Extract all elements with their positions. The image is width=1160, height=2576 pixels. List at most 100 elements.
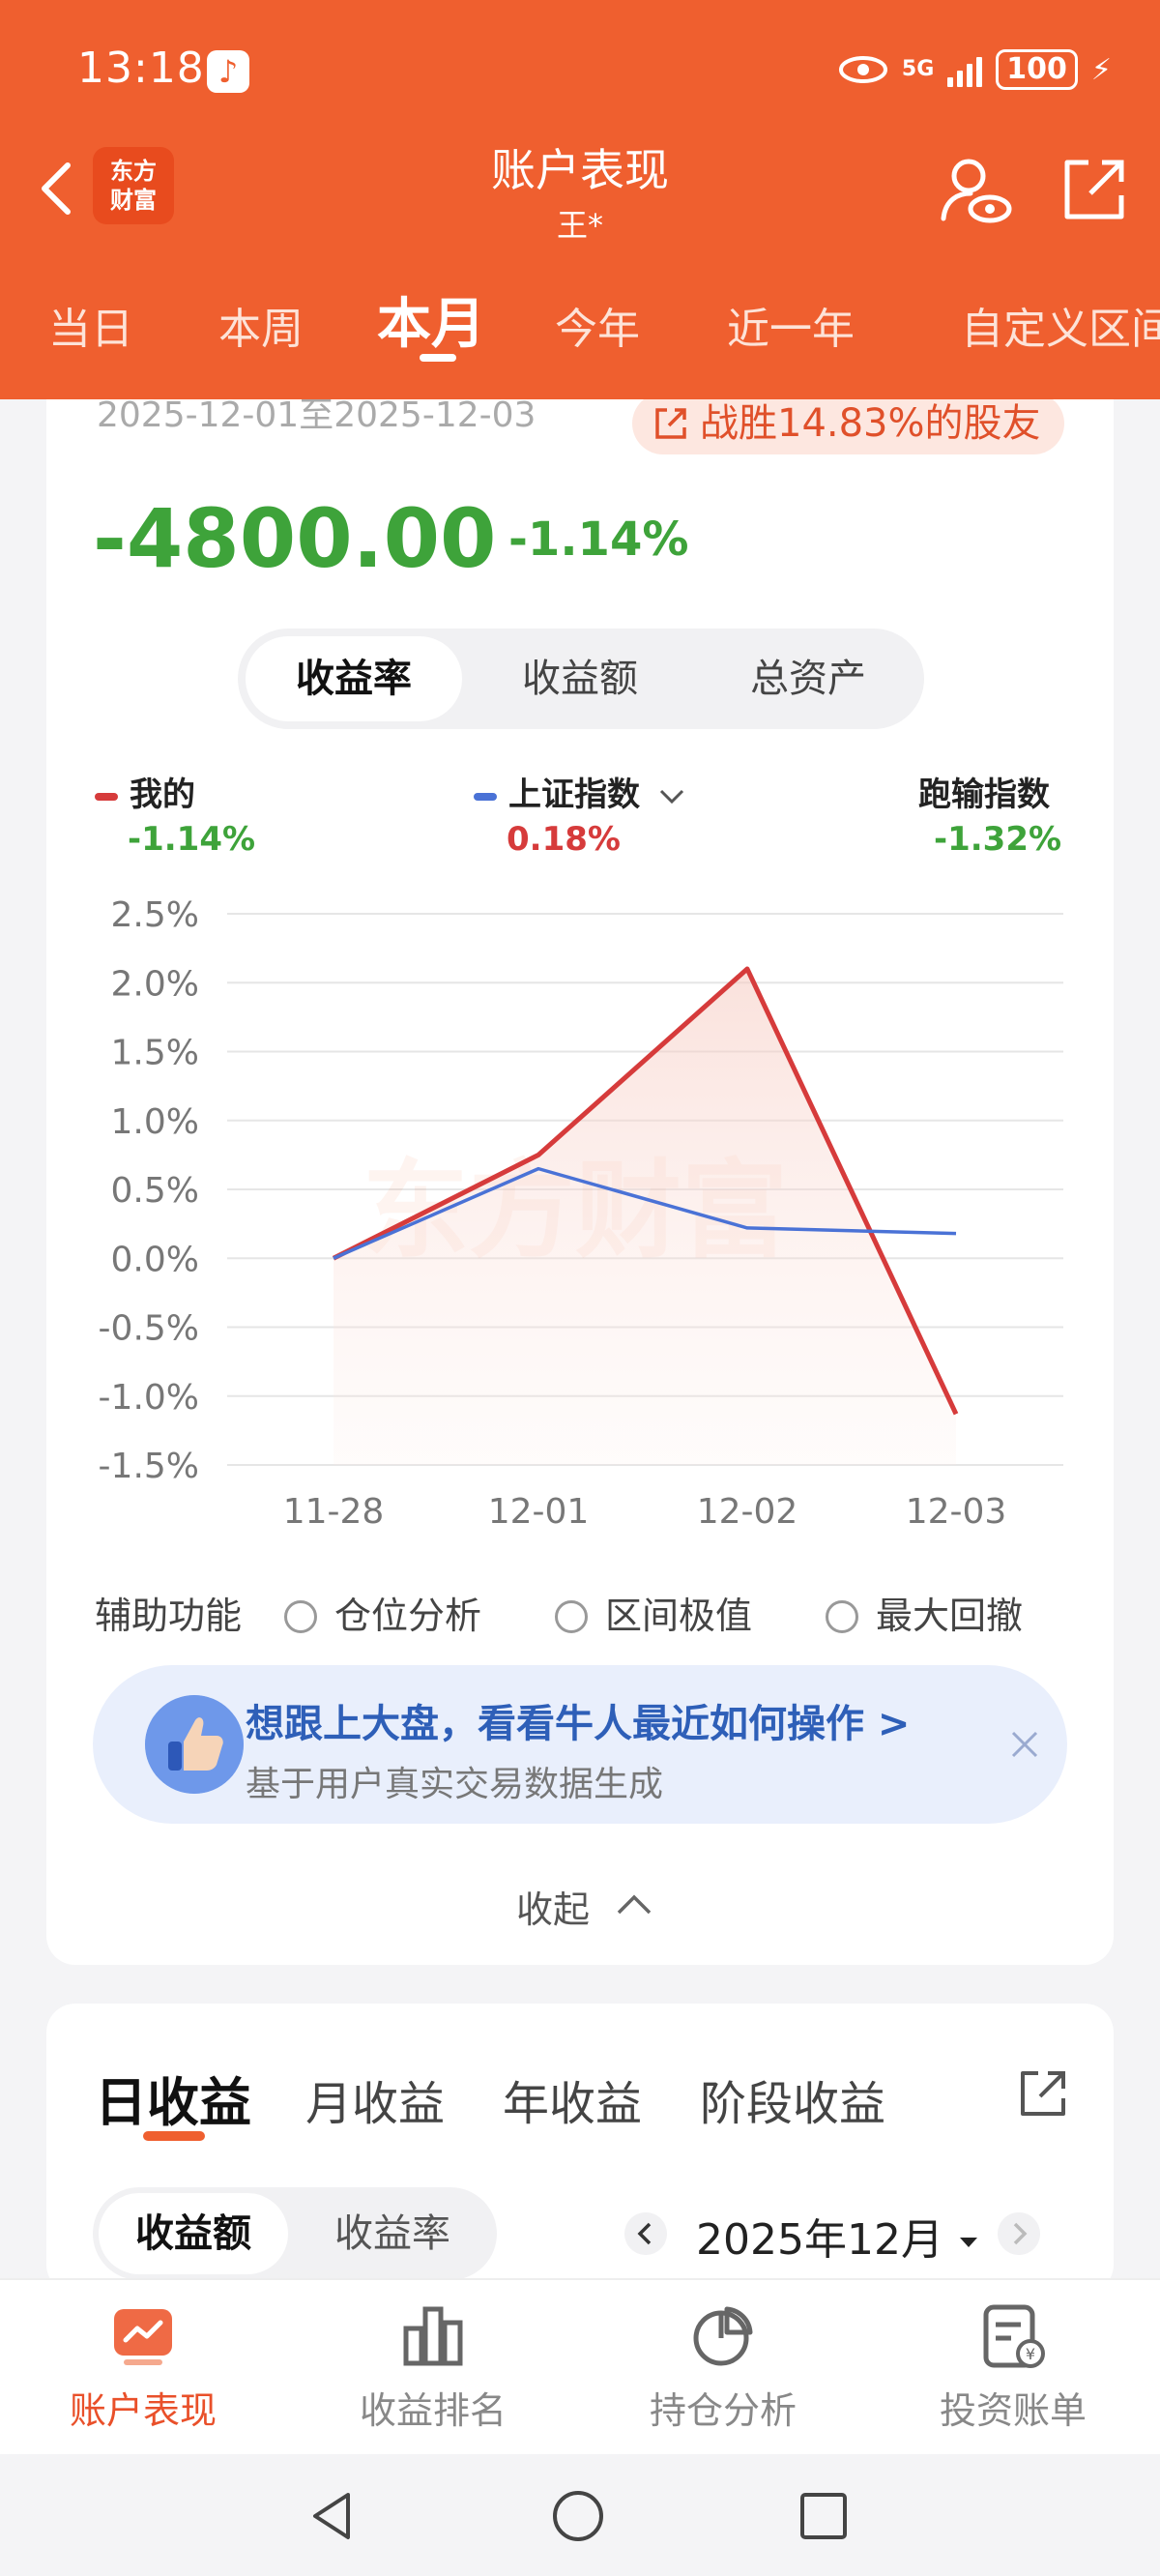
profit-amount: -4800.00 xyxy=(93,491,497,586)
status-time: 13:18 xyxy=(77,44,205,93)
return-chart: 2.5% 2.0% 1.5% 1.0% 0.5% 0.0% -0.5% -1.0% -1.5% 1… xyxy=(99,895,1063,1532)
svg-text:¥: ¥ xyxy=(1026,2345,1035,2363)
signal-icon xyxy=(947,52,983,87)
music-icon: ♪ xyxy=(207,50,249,93)
chevron-right-icon[interactable] xyxy=(998,2212,1040,2255)
collapse-button[interactable]: 收起 xyxy=(516,1880,652,1933)
metric-return-rate[interactable]: 收益率 xyxy=(246,636,462,721)
aux-position-analysis[interactable]: 仓位分析 xyxy=(284,1586,481,1639)
x-tick-label: 11-28 xyxy=(283,1492,385,1532)
tab-year[interactable]: 今年 xyxy=(555,294,640,356)
promo-title: 想跟上大盘，看看牛人最近如何操作 > xyxy=(246,1702,911,1746)
aux-max-drawdown[interactable]: 最大回撤 xyxy=(826,1586,1023,1639)
income-amount-option[interactable]: 收益额 xyxy=(99,2193,288,2274)
eye-icon xyxy=(838,56,887,83)
promo-subtitle: 基于用户真实交易数据生成 xyxy=(246,1765,664,1804)
bar-chart-icon xyxy=(403,2306,463,2366)
legend-index-label: 上证指数 xyxy=(508,776,640,814)
performance-chart-icon xyxy=(114,2309,172,2365)
x-tick-label: 12-01 xyxy=(488,1492,590,1532)
x-tick-label: 12-02 xyxy=(697,1492,798,1532)
y-tick-label: -0.5% xyxy=(99,1309,199,1349)
legend-mine: 我的 xyxy=(95,768,195,815)
active-tab-indicator xyxy=(420,354,456,362)
metric-return-amount[interactable]: 收益额 xyxy=(472,636,688,721)
y-tick-label: -1.5% xyxy=(99,1447,199,1486)
y-tick-label: 0.0% xyxy=(111,1240,199,1279)
close-icon[interactable] xyxy=(1005,1725,1044,1764)
y-tick-label: 1.5% xyxy=(111,1034,199,1073)
chevron-up-icon xyxy=(617,1894,652,1915)
privacy-user-icon[interactable] xyxy=(940,153,1013,226)
nav-holdings-analysis[interactable]: 持仓分析 xyxy=(626,2301,820,2434)
x-tick-label: 12-03 xyxy=(906,1492,1007,1532)
share-icon[interactable] xyxy=(1017,2067,1069,2120)
legend-index[interactable]: 上证指数 xyxy=(474,768,686,815)
bill-icon: ¥ xyxy=(983,2304,1045,2368)
return-percent: -1.14% xyxy=(508,512,689,567)
legend-loser-value: -1.32% xyxy=(934,820,1062,859)
y-tick-label: 2.0% xyxy=(111,964,199,1004)
aux-option-label: 最大回撤 xyxy=(876,1595,1024,1637)
tab-period-income[interactable]: 阶段收益 xyxy=(700,2065,885,2133)
tab-daily-income[interactable]: 日收益 xyxy=(95,2060,251,2136)
legend-mine-label: 我的 xyxy=(130,776,195,814)
pie-chart-icon xyxy=(693,2306,753,2366)
recents-square-icon[interactable] xyxy=(798,2491,849,2541)
metric-toggle: 收益率 收益额 总资产 xyxy=(238,629,924,729)
share-icon xyxy=(655,408,686,439)
beat-text: 战胜14.83%的股友 xyxy=(700,401,1041,446)
legend-index-value: 0.18% xyxy=(507,820,621,859)
chevron-down-icon xyxy=(659,789,683,804)
nav-income-ranking[interactable]: 收益排名 xyxy=(336,2301,530,2434)
chevron-left-icon[interactable] xyxy=(624,2212,667,2255)
month-label: 2025年12月 xyxy=(696,2215,943,2265)
radio-icon xyxy=(826,1600,858,1633)
legend-mine-swatch xyxy=(95,792,118,801)
period-tabs: 当日 本周 本月 今年 近一年 自定义区间 xyxy=(0,280,1160,358)
back-triangle-icon[interactable] xyxy=(305,2489,360,2543)
nav-investment-bill[interactable]: ¥ 投资账单 xyxy=(916,2301,1110,2434)
aux-option-label: 仓位分析 xyxy=(334,1595,482,1637)
battery-level: 100 xyxy=(996,49,1078,90)
caret-down-icon xyxy=(959,2238,977,2247)
aux-option-label: 区间极值 xyxy=(605,1595,753,1637)
y-tick-label: -1.0% xyxy=(99,1378,199,1418)
legend-index-swatch xyxy=(474,792,497,801)
tab-last-year[interactable]: 近一年 xyxy=(727,294,855,356)
tab-today[interactable]: 当日 xyxy=(48,294,133,356)
network-type: 5G xyxy=(901,57,935,81)
tab-custom-range[interactable]: 自定义区间 xyxy=(961,294,1160,356)
beat-badge[interactable]: 战胜14.83%的股友 xyxy=(632,393,1064,454)
aux-label: 辅助功能 xyxy=(95,1595,243,1637)
nav-account-performance[interactable]: 账户表现 xyxy=(46,2301,240,2434)
share-icon[interactable] xyxy=(1059,155,1129,224)
y-tick-label: 0.5% xyxy=(111,1171,199,1211)
income-tab-indicator xyxy=(143,2131,205,2141)
income-rate-option[interactable]: 收益率 xyxy=(298,2193,487,2274)
aux-range-extreme[interactable]: 区间极值 xyxy=(555,1586,752,1639)
nav-label: 收益排名 xyxy=(359,2389,507,2432)
nav-label: 账户表现 xyxy=(69,2389,217,2432)
home-circle-icon[interactable] xyxy=(551,2489,605,2543)
tab-week[interactable]: 本周 xyxy=(218,294,304,356)
tab-month[interactable]: 本月 xyxy=(377,280,485,359)
legend-mine-value: -1.14% xyxy=(128,820,256,859)
tab-yearly-income[interactable]: 年收益 xyxy=(503,2065,642,2133)
nav-label: 投资账单 xyxy=(939,2389,1087,2432)
month-selector[interactable]: 2025年12月 xyxy=(696,2205,980,2267)
charging-icon: ⚡ xyxy=(1090,52,1112,87)
status-icons: 5G 100 ⚡ xyxy=(838,44,1112,95)
metric-total-assets[interactable]: 总资产 xyxy=(700,636,916,721)
y-tick-label: 1.0% xyxy=(111,1102,199,1142)
app-header: 13:18 ♪ 5G 100 ⚡ 东方财富 账户表现 王* 当日 本周 本月 今… xyxy=(0,0,1160,399)
tab-monthly-income[interactable]: 月收益 xyxy=(305,2065,445,2133)
collapse-label: 收起 xyxy=(516,1888,591,1931)
income-metric-toggle: 收益额 收益率 xyxy=(93,2187,497,2280)
status-bar: 13:18 ♪ 5G 100 ⚡ xyxy=(0,0,1160,140)
system-nav-bar xyxy=(0,2454,1160,2576)
y-tick-label: 2.5% xyxy=(111,895,199,935)
radio-icon xyxy=(555,1600,588,1633)
nav-label: 持仓分析 xyxy=(649,2389,797,2432)
legend-loser-index: 跑输指数 xyxy=(918,776,1050,814)
